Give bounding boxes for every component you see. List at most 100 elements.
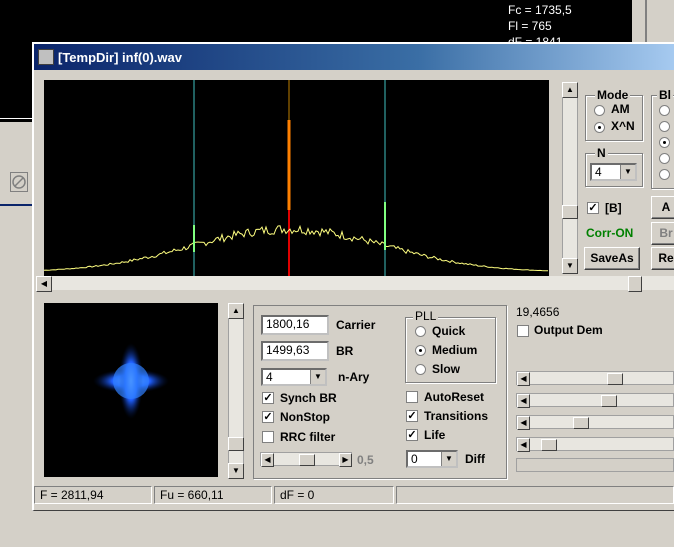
background-app-panel-left: [0, 44, 32, 122]
output-dem-label: Output Dem: [534, 323, 603, 337]
life-label: Life: [424, 428, 446, 442]
rrc-slider-value: 0,5: [357, 453, 374, 467]
progress-track: [516, 458, 674, 472]
scroll-down-button[interactable]: ▼: [562, 258, 578, 274]
chevron-down-icon[interactable]: ▼: [310, 370, 325, 384]
br-input[interactable]: 1499,63: [261, 341, 329, 361]
const-scroll-thumb[interactable]: [228, 437, 244, 451]
pll-slow-radio[interactable]: [415, 364, 426, 375]
status-empty: [396, 486, 674, 504]
mode-xn-label: X^N: [611, 119, 635, 133]
spectrum-horizontal-scrollbar[interactable]: ◀: [36, 276, 674, 292]
slider-3[interactable]: ◀: [516, 415, 674, 430]
background-toolbar-border: [0, 204, 32, 206]
pll-medium-radio[interactable]: [415, 345, 426, 356]
slider-1[interactable]: ◀: [516, 371, 674, 386]
slider-3-left[interactable]: ◀: [517, 416, 530, 430]
br-button[interactable]: Br: [651, 222, 674, 245]
n-ary-value: 4: [266, 370, 273, 384]
life-checkbox[interactable]: ✓: [406, 429, 418, 441]
nonstop-checkbox[interactable]: ✓: [262, 411, 274, 423]
rrc-filter-checkbox[interactable]: [262, 431, 274, 443]
slider-1-left[interactable]: ◀: [517, 372, 530, 386]
rrc-slider-right[interactable]: ▶: [339, 453, 352, 467]
fc-readout: Fc = 1735,5: [508, 3, 572, 17]
synch-br-checkbox[interactable]: ✓: [262, 392, 274, 404]
rrc-slider[interactable]: ◀ ▶: [260, 452, 352, 467]
output-dem-checkbox[interactable]: [517, 325, 529, 337]
n-select-value: 4: [595, 165, 602, 179]
re-button[interactable]: Re: [651, 247, 674, 270]
slider-2-left[interactable]: ◀: [517, 394, 530, 408]
carrier-label: Carrier: [336, 318, 376, 332]
block-radio-5[interactable]: [659, 169, 670, 180]
save-as-button[interactable]: SaveAs: [584, 247, 640, 270]
scroll-thumb[interactable]: [562, 205, 578, 219]
transitions-checkbox[interactable]: ✓: [406, 410, 418, 422]
constellation-display[interactable]: [44, 303, 218, 477]
slider-4[interactable]: ◀: [516, 437, 674, 452]
pll-quick-radio[interactable]: [415, 326, 426, 337]
constellation-svg: [93, 343, 169, 419]
block-radio-2[interactable]: [659, 121, 670, 132]
spectrum-display[interactable]: [43, 80, 549, 276]
rrc-slider-left[interactable]: ◀: [261, 453, 274, 467]
block-radio-3[interactable]: [659, 137, 670, 148]
n-ary-label: n-Ary: [338, 370, 370, 384]
synch-br-label: Synch BR: [280, 391, 337, 405]
pll-slow-label: Slow: [432, 362, 461, 376]
status-fu: Fu = 660,11: [154, 486, 272, 504]
rrc-slider-thumb[interactable]: [299, 454, 315, 466]
n-ary-select[interactable]: 4 ▼: [261, 368, 327, 386]
slider-4-thumb[interactable]: [541, 439, 557, 451]
b-checkbox[interactable]: ✓: [587, 202, 599, 214]
block-group-label: Bl: [657, 88, 673, 102]
mode-am-label: AM: [611, 102, 630, 116]
pll-quick-label: Quick: [432, 324, 466, 338]
autoreset-checkbox[interactable]: [406, 391, 418, 403]
mode-xn-radio[interactable]: [594, 122, 605, 133]
diff-select[interactable]: 0 ▼: [406, 450, 458, 468]
horizontal-scroll-thumb[interactable]: [628, 276, 642, 292]
a-button[interactable]: A: [651, 196, 674, 219]
slider-1-thumb[interactable]: [607, 373, 623, 385]
diff-value: 0: [411, 452, 418, 466]
chevron-down-icon[interactable]: ▼: [441, 452, 456, 466]
mode-am-radio[interactable]: [594, 105, 605, 116]
pll-group-label: PLL: [413, 309, 439, 323]
block-radio-4[interactable]: [659, 153, 670, 164]
n-select[interactable]: 4 ▼: [590, 163, 637, 181]
background-divider: [0, 118, 32, 119]
slider-2-thumb[interactable]: [601, 395, 617, 407]
window-icon[interactable]: [38, 49, 54, 65]
background-right-divider: [645, 0, 647, 44]
window-title: [TempDir] inf(0).wav: [58, 50, 182, 65]
readout-value: 19,4656: [516, 305, 560, 319]
carrier-input[interactable]: 1800,16: [261, 315, 329, 335]
autoreset-label: AutoReset: [424, 390, 485, 404]
chevron-down-icon[interactable]: ▼: [620, 165, 635, 179]
slider-3-thumb[interactable]: [573, 417, 589, 429]
diff-label: Diff: [465, 452, 485, 466]
no-entry-icon[interactable]: [10, 172, 28, 192]
constellation-center: [113, 363, 149, 399]
slider-4-left[interactable]: ◀: [517, 438, 530, 452]
scroll-left-button[interactable]: ◀: [36, 276, 52, 292]
pll-medium-label: Medium: [432, 343, 478, 357]
br-label: BR: [336, 344, 354, 358]
const-scroll-up-button[interactable]: ▲: [228, 303, 244, 319]
background-right-strip: [632, 0, 674, 44]
status-df: dF = 0: [274, 486, 394, 504]
spectrum-trace: [43, 224, 548, 272]
mode-group-label: Mode: [595, 88, 631, 102]
spectrum-vertical-scrollbar[interactable]: ▲ ▼: [562, 82, 578, 274]
spectrum-svg: [43, 80, 548, 276]
constellation-scrollbar[interactable]: ▲ ▼: [228, 303, 244, 479]
transitions-label: Transitions: [424, 409, 489, 423]
const-scroll-down-button[interactable]: ▼: [228, 463, 244, 479]
fl-readout: Fl = 765: [508, 19, 552, 33]
scroll-up-button[interactable]: ▲: [562, 82, 578, 98]
slider-2[interactable]: ◀: [516, 393, 674, 408]
n-group-label: N: [595, 146, 608, 160]
block-radio-1[interactable]: [659, 105, 670, 116]
